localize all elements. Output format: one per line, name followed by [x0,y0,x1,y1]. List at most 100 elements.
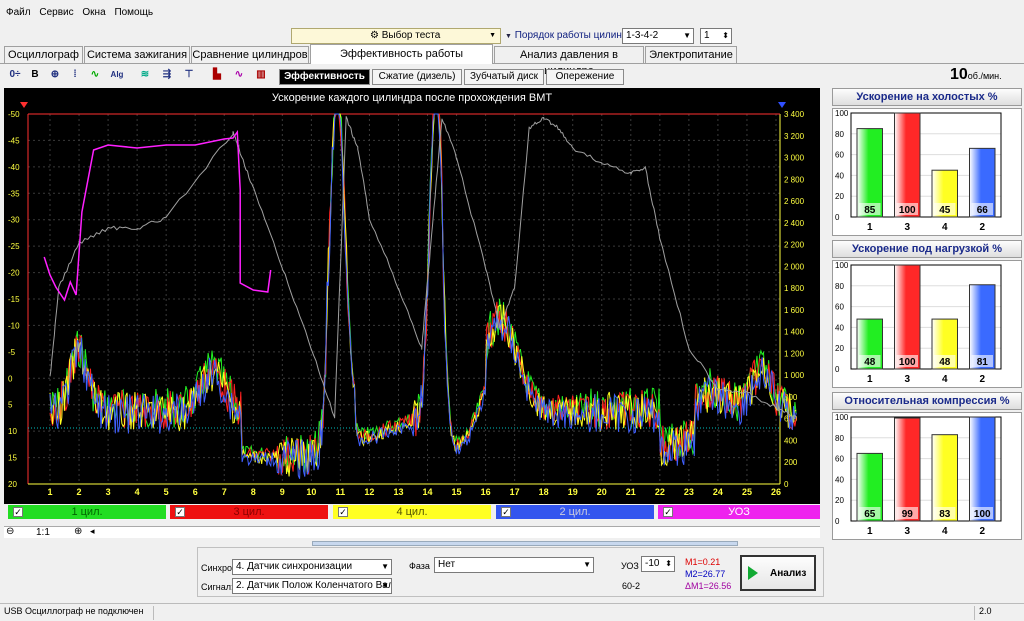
bar-cylinder-label: 4 [942,374,948,385]
tab-cylinder-efficiency[interactable]: Эффективность работы цилиндров [310,44,493,78]
filter-icon[interactable]: ≋ [136,67,154,83]
marker-delta: ΔM1=26.56 [685,581,732,591]
x-axis-tick: 22 [655,487,665,497]
cursor-icon[interactable]: ⁞ [66,67,84,83]
x-axis-tick: 9 [280,487,285,497]
bar-value-label: 48 [939,357,951,368]
rpm-value: 10 [950,66,968,83]
right-axis-tick: 1 200 [784,349,805,358]
zoom-out-icon[interactable]: ⊖ [6,526,14,537]
trace-cyl-3 [49,113,797,477]
x-axis-tick: 23 [684,487,694,497]
channel-1[interactable]: ✓ 1 цил. [8,505,166,519]
right-axis-tick: 3 400 [784,110,805,119]
mode-advance[interactable]: Опережение [546,69,624,85]
bar-chart-2: 100 80 60 40 20 0 48 1 100 3 48 4 81 2 [832,260,1022,388]
chevron-down-icon: ▼ [683,31,691,40]
algorithm-icon[interactable]: Alg [108,67,126,83]
x-axis-tick: 10 [306,487,316,497]
right-axis-tick: 3 000 [784,154,805,163]
scroll-left-icon[interactable]: ◂ [90,526,95,537]
ignition-icon[interactable]: ▥ [252,67,270,83]
channel-4[interactable]: ✓ 2 цил. [496,505,654,519]
menu-service[interactable]: Сервис [39,7,73,18]
marker-left-icon [20,102,28,108]
mode-efficiency[interactable]: Эффективность [279,69,370,85]
tab-ignition[interactable]: Система зажигания [84,46,190,63]
checkbox-icon[interactable]: ✓ [338,507,348,517]
bar-value-label: 48 [864,357,876,368]
splitter[interactable] [312,541,738,546]
menu-help[interactable]: Помощь [114,7,153,18]
bar-axis-tick: 100 [835,109,849,118]
rpm-unit: об./мин. [967,71,1002,81]
cylinder-count-stepper[interactable]: 1 ⬍ [700,28,732,44]
engine-icon[interactable]: ▙ [208,67,226,83]
bar-cylinder-label: 3 [904,526,910,537]
status-bar: USB Осциллограф не подключен 2.0 [0,603,1024,621]
channel-label: 4 цил. [396,506,428,518]
bar-value-label: 85 [864,205,876,216]
x-axis-tick: 14 [423,487,433,497]
gear-pattern: 60-2 [622,581,641,591]
bar-cylinder-label: 2 [979,526,985,537]
marker-m2: M2=26.77 [685,569,726,579]
sync-select[interactable]: 4. Датчик синхронизации ▼ [232,559,392,575]
analyze-button[interactable]: Анализ [740,555,816,591]
x-axis-tick: 6 [193,487,198,497]
bar-axis-tick: 100 [835,261,849,270]
markers-icon[interactable]: ⊤ [180,67,198,83]
bar-cyl-2 [969,416,996,522]
mode-toothed-disk[interactable]: Зубчатый диск [464,69,544,85]
checkbox-icon[interactable]: ✓ [501,507,511,517]
x-axis-tick: 3 [106,487,111,497]
x-axis-tick: 16 [481,487,491,497]
x-axis-tick: 26 [771,487,781,497]
bar-value-label: 100 [974,509,991,520]
tab-cylinder-compare[interactable]: Сравнение цилиндров [191,46,309,63]
menu-windows[interactable]: Окна [82,7,105,18]
bold-b-icon[interactable]: B [26,67,44,83]
bar-axis-tick: 20 [835,496,844,505]
tab-oscilloscope[interactable]: Осциллограф [4,46,83,63]
right-axis-tick: 2 400 [784,219,805,228]
menu-file[interactable]: Файл [6,7,31,18]
bar-cylinder-label: 2 [979,222,985,233]
cylinders-icon[interactable]: ⇶ [158,67,176,83]
stepper-icon: ⬍ [665,559,672,568]
mode-compression[interactable]: Сжатие (дизель) [372,69,462,85]
signal-icon[interactable]: ∿ [86,67,104,83]
channel-5[interactable]: ✓ УОЗ [658,505,820,519]
test-icon: ⚙ [370,30,379,41]
uoz-stepper[interactable]: -10 ⬍ [641,556,675,572]
scale-value: 1:1 [36,527,50,538]
x-axis-tick: 7 [222,487,227,497]
channel-3[interactable]: ✓ 4 цил. [333,505,491,519]
checkbox-icon[interactable]: ✓ [663,507,673,517]
bar-axis-tick: 40 [835,171,844,180]
uoz-icon[interactable]: ∿ [230,67,248,83]
checkbox-icon[interactable]: ✓ [13,507,23,517]
panel-title-1: Ускорение на холостых % [832,88,1022,106]
bar-value-label: 83 [939,509,951,520]
signal-select[interactable]: 2. Датчик Полож Коленчатого Вал ▼ [232,578,392,594]
test-selector[interactable]: ⚙ Выбор теста ▼ [291,28,501,44]
chevron-down-icon: ▼ [583,560,591,569]
rpm-icon[interactable]: ⊕ [46,67,64,83]
bar-cyl-3 [894,112,921,218]
bar-value-label: 99 [902,509,914,520]
firing-order-select[interactable]: 1-3-4-2 ▼ [622,28,694,44]
acceleration-chart[interactable]: -50-45-40-35-30-25-20-15-10-5051015203 4… [4,88,820,504]
rpm-readout: 10об./мин. [950,66,1002,84]
sync-label: Синхро: [201,563,235,573]
channel-2[interactable]: ✓ 3 цил. [170,505,328,519]
zoom-in-icon[interactable]: ⊕ [74,526,82,537]
checkbox-icon[interactable]: ✓ [175,507,185,517]
chevron-down-icon: ▼ [381,581,389,590]
zoom-icon[interactable]: 0÷ [6,67,24,83]
arrow-icon: ▼ [505,33,512,40]
play-icon [748,566,758,580]
phase-select[interactable]: Нет ▼ [434,557,594,573]
tab-pressure-analysis[interactable]: Анализ давления в цилиндре [494,46,644,77]
tab-power-supply[interactable]: Электропитание [645,46,737,63]
